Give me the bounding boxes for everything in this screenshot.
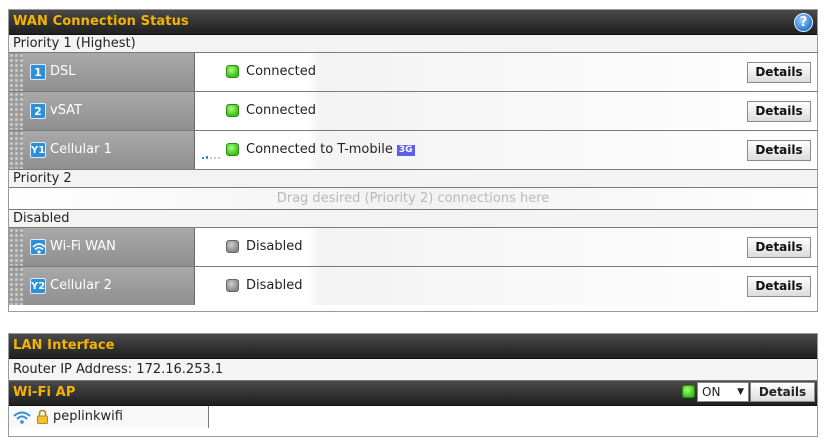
wan-item-vsat[interactable]: 2 vSAT: [9, 92, 195, 130]
drag-handle-icon[interactable]: [9, 92, 23, 130]
details-button-vsat[interactable]: Details: [747, 101, 811, 122]
wifi-ap-title: Wi-Fi AP: [13, 385, 76, 400]
status-cell: Connected Details: [196, 53, 817, 91]
drag-handle-icon[interactable]: [9, 228, 23, 266]
lan-title: LAN Interface: [13, 338, 115, 353]
status-disabled-icon: [226, 240, 239, 253]
lock-icon: [37, 409, 48, 424]
help-icon[interactable]: ?: [794, 13, 813, 32]
drag-handle-icon[interactable]: [9, 53, 23, 91]
details-button-cellular-2[interactable]: Details: [747, 276, 811, 297]
wan-row-wifi-wan[interactable]: Wi-Fi WAN Disabled Details: [9, 228, 817, 267]
wifi-ap-header: Wi-Fi AP ON ▼ Details: [9, 381, 817, 406]
status-connected-icon: [226, 104, 239, 117]
drag-handle-icon[interactable]: [9, 267, 23, 305]
network-3g-badge: 3G: [396, 145, 415, 156]
status-text: Disabled: [246, 278, 303, 293]
lan-panel: LAN Interface Router IP Address: 172.16.…: [8, 333, 818, 437]
wan-title: WAN Connection Status: [13, 14, 189, 29]
details-button-wifi-wan[interactable]: Details: [747, 237, 811, 258]
status-cell: Connected to T-mobile 3G Details: [196, 131, 817, 169]
wan-header: WAN Connection Status ?: [9, 10, 817, 35]
status-connected-icon: [226, 143, 239, 156]
disabled-label: Disabled: [9, 210, 817, 228]
priority-badge-icon: 1: [30, 64, 46, 80]
wan-item-wifi-wan[interactable]: Wi-Fi WAN: [9, 228, 195, 266]
wan-item-cellular-2[interactable]: Y2 Cellular 2: [9, 267, 195, 305]
status-text: Connected: [246, 103, 317, 118]
wan-row-dsl[interactable]: 1 DSL Connected Details: [9, 53, 817, 92]
cellular-2-icon: Y2: [30, 278, 46, 294]
lan-header: LAN Interface: [9, 334, 817, 359]
details-button-cellular-1[interactable]: Details: [747, 140, 811, 161]
status-connected-icon: [226, 65, 239, 78]
wifi-ap-select-value: ON: [702, 385, 721, 399]
ssid-cell[interactable]: peplinkwifi: [9, 406, 209, 428]
status-cell: Disabled Details: [196, 228, 817, 266]
wan-row-vsat[interactable]: 2 vSAT Connected Details: [9, 92, 817, 131]
connection-name: vSAT: [50, 103, 83, 118]
wan-item-dsl[interactable]: 1 DSL: [9, 53, 195, 91]
wifi-icon: [30, 239, 46, 255]
router-ip-row: Router IP Address: 172.16.253.1: [9, 359, 817, 381]
connection-name: Cellular 2: [50, 278, 112, 293]
wifi-signal-icon: [13, 411, 31, 424]
chevron-down-icon: ▼: [737, 387, 744, 397]
details-button-dsl[interactable]: Details: [747, 62, 811, 83]
status-text: Connected: [246, 64, 317, 79]
cellular-1-icon: Y1: [30, 142, 46, 158]
wifi-ap-toggle-select[interactable]: ON ▼: [697, 382, 749, 402]
status-disabled-icon: [226, 279, 239, 292]
status-cell: Disabled Details: [196, 267, 817, 305]
ssid-name: peplinkwifi: [53, 409, 123, 424]
status-cell: Connected Details: [196, 92, 817, 130]
wifi-ap-details-button[interactable]: Details: [750, 382, 815, 402]
wan-item-cellular-1[interactable]: Y1 Cellular 1: [9, 131, 195, 169]
status-text: Connected to T-mobile 3G: [246, 142, 415, 157]
ssid-row: peplinkwifi: [9, 406, 817, 428]
priority-2-label: Priority 2: [9, 170, 817, 188]
wan-row-cellular-1[interactable]: Y1 Cellular 1 Connected to T-mobile 3G De…: [9, 131, 817, 170]
wifi-ap-status-icon: [682, 385, 695, 398]
priority-badge-icon: 2: [30, 103, 46, 119]
connection-name: Cellular 1: [50, 142, 112, 157]
priority-1-label: Priority 1 (Highest): [9, 35, 817, 53]
status-carrier-text: Connected to T-mobile: [246, 142, 393, 157]
signal-strength-icon: [202, 151, 222, 159]
priority-2-drop-zone[interactable]: Drag desired (Priority 2) connections he…: [9, 188, 817, 210]
wan-status-panel: WAN Connection Status ? Priority 1 (High…: [8, 9, 818, 312]
wan-row-cellular-2[interactable]: Y2 Cellular 2 Disabled Details: [9, 267, 817, 306]
connection-name: DSL: [50, 64, 76, 79]
drag-handle-icon[interactable]: [9, 131, 23, 169]
connection-name: Wi-Fi WAN: [50, 239, 116, 254]
status-text: Disabled: [246, 239, 303, 254]
